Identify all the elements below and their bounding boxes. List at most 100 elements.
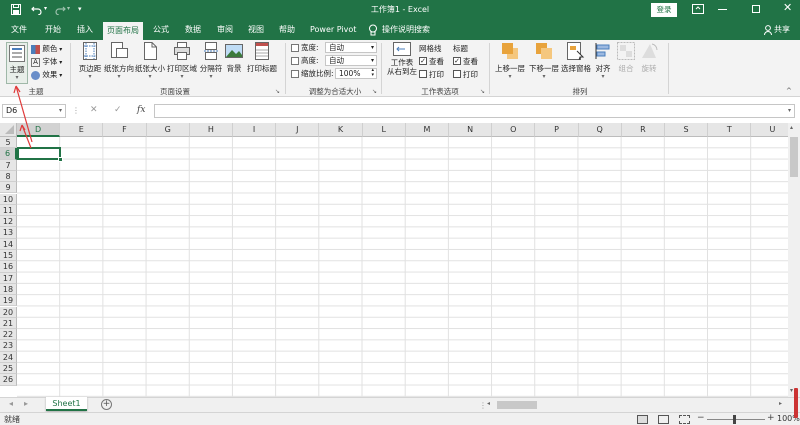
column-header-s[interactable]: S <box>665 123 709 137</box>
column-header-i[interactable]: I <box>233 123 277 137</box>
breaks-button[interactable]: 分隔符 ▾ <box>198 42 224 84</box>
scroll-thumb[interactable] <box>790 137 798 177</box>
headings-print-checkbox[interactable]: 打印 <box>453 69 478 80</box>
tab-formulas[interactable]: 公式 <box>153 20 169 40</box>
sheet-options-launcher-icon[interactable]: ↘ <box>480 88 485 95</box>
enter-icon[interactable]: ✓ <box>114 105 122 115</box>
column-header-l[interactable]: L <box>362 123 406 137</box>
tab-view[interactable]: 视图 <box>248 20 264 40</box>
scroll-down-icon[interactable]: ▾ <box>790 387 793 394</box>
tab-page-layout[interactable]: 页面布局 <box>103 22 143 40</box>
column-header-n[interactable]: N <box>449 123 493 137</box>
column-header-q[interactable]: Q <box>578 123 622 137</box>
scale-launcher-icon[interactable]: ↘ <box>372 88 377 95</box>
row-header-23[interactable]: 23 <box>0 340 17 352</box>
column-header-t[interactable]: T <box>708 123 752 137</box>
redo-icon[interactable] <box>54 4 66 16</box>
row-header-17[interactable]: 17 <box>0 272 17 284</box>
column-header-o[interactable]: O <box>492 123 536 137</box>
redo-dropdown-icon[interactable]: ▾ <box>67 5 70 12</box>
colors-button[interactable]: 颜色 ▾ <box>31 43 62 54</box>
collapse-ribbon-icon[interactable]: ^ <box>786 87 792 95</box>
width-select[interactable]: 自动 ▾ <box>325 42 377 53</box>
signin-button[interactable]: 登录 <box>651 3 677 17</box>
tab-file[interactable]: 文件 <box>11 20 27 40</box>
size-button[interactable]: 纸张大小 ▾ <box>134 42 166 84</box>
scroll-left-icon[interactable]: ◂ <box>487 400 490 407</box>
name-box-dropdown-icon[interactable]: ▾ <box>59 105 62 117</box>
customize-qat-icon[interactable]: ▾ <box>78 5 82 13</box>
zoom-out-icon[interactable]: − <box>697 413 705 423</box>
column-header-h[interactable]: H <box>189 123 233 137</box>
ribbon-display-options-icon[interactable] <box>692 4 704 15</box>
column-header-f[interactable]: F <box>103 123 147 137</box>
row-header-26[interactable]: 26 <box>0 374 17 386</box>
cells-area[interactable] <box>17 137 788 397</box>
zoom-in-icon[interactable]: + <box>767 413 775 423</box>
close-icon[interactable]: ✕ <box>783 1 792 14</box>
row-header-18[interactable]: 18 <box>0 283 17 296</box>
page-break-view-icon[interactable] <box>679 415 690 424</box>
hscroll-thumb[interactable] <box>497 401 537 409</box>
rotate-button[interactable]: 旋转 <box>638 42 660 84</box>
minimize-icon[interactable] <box>718 9 727 10</box>
effects-button[interactable]: 效果 ▾ <box>31 69 62 80</box>
group-objects-button[interactable]: 组合 <box>615 42 637 84</box>
bring-forward-button[interactable]: 上移一层 ▾ <box>493 42 527 84</box>
fill-handle[interactable] <box>58 157 63 162</box>
formula-input[interactable] <box>154 104 795 118</box>
column-header-p[interactable]: P <box>535 123 579 137</box>
prev-sheet-icon[interactable]: ◂ <box>9 399 13 408</box>
tab-data[interactable]: 数据 <box>185 20 201 40</box>
tab-help[interactable]: 帮助 <box>279 20 295 40</box>
print-area-button[interactable]: 打印区域 ▾ <box>165 42 199 84</box>
orientation-button[interactable]: 纸张方向 ▾ <box>103 42 135 84</box>
sheet-rtl-button[interactable]: 工作表 从右到左 <box>385 42 419 84</box>
column-header-k[interactable]: K <box>319 123 363 137</box>
row-header-14[interactable]: 14 <box>0 238 17 250</box>
row-header-22[interactable]: 22 <box>0 329 17 341</box>
restore-icon[interactable] <box>752 5 760 13</box>
align-button[interactable]: 对齐 ▾ <box>592 42 614 84</box>
row-header-24[interactable]: 24 <box>0 351 17 363</box>
column-header-e[interactable]: E <box>60 123 104 137</box>
row-header-13[interactable]: 13 <box>0 227 17 239</box>
column-header-g[interactable]: G <box>146 123 190 137</box>
horizontal-scrollbar[interactable]: ◂ ▸ <box>487 400 787 410</box>
expand-formula-bar-icon[interactable]: ▾ <box>788 107 791 114</box>
tab-review[interactable]: 审阅 <box>217 20 233 40</box>
row-header-15[interactable]: 15 <box>0 250 17 262</box>
column-header-u[interactable]: U <box>751 123 788 137</box>
send-backward-button[interactable]: 下移一层 ▾ <box>527 42 561 84</box>
next-sheet-icon[interactable]: ▸ <box>24 399 28 408</box>
gridlines-view-checkbox[interactable]: ✓ 查看 <box>419 56 444 67</box>
row-header-10[interactable]: 10 <box>0 193 17 205</box>
tab-power-pivot[interactable]: Power Pivot <box>310 20 356 40</box>
row-header-16[interactable]: 16 <box>0 261 17 273</box>
fonts-button[interactable]: A 字体 ▾ <box>31 56 62 67</box>
column-header-m[interactable]: M <box>405 123 449 137</box>
row-header-25[interactable]: 25 <box>0 363 17 375</box>
gridlines-print-checkbox[interactable]: 打印 <box>419 69 444 80</box>
zoom-slider-thumb[interactable] <box>733 415 736 424</box>
page-layout-view-icon[interactable] <box>658 415 669 424</box>
row-header-21[interactable]: 21 <box>0 317 17 330</box>
insert-function-icon[interactable]: fx <box>137 105 145 115</box>
tell-me-search[interactable]: 操作说明搜索 <box>382 20 430 40</box>
scale-stepper[interactable]: 100% ▴ ▾ <box>335 68 377 79</box>
normal-view-icon[interactable] <box>637 415 648 424</box>
tab-home[interactable]: 开始 <box>45 20 61 40</box>
add-sheet-icon[interactable]: + <box>101 399 112 410</box>
row-header-8[interactable]: 8 <box>0 170 17 183</box>
sheet-tab-sheet1[interactable]: Sheet1 <box>46 397 87 411</box>
scroll-up-icon[interactable]: ▴ <box>790 124 793 131</box>
undo-icon[interactable] <box>31 4 43 16</box>
column-header-j[interactable]: J <box>276 123 320 137</box>
margins-button[interactable]: 页边距 ▾ <box>75 42 105 84</box>
row-header-9[interactable]: 9 <box>0 182 17 194</box>
column-header-r[interactable]: R <box>621 123 665 137</box>
page-setup-launcher-icon[interactable]: ↘ <box>275 88 280 95</box>
cancel-icon[interactable]: ✕ <box>90 105 98 115</box>
background-button[interactable]: 背景 <box>223 42 245 84</box>
themes-button[interactable]: 主题 ▾ <box>6 42 28 84</box>
